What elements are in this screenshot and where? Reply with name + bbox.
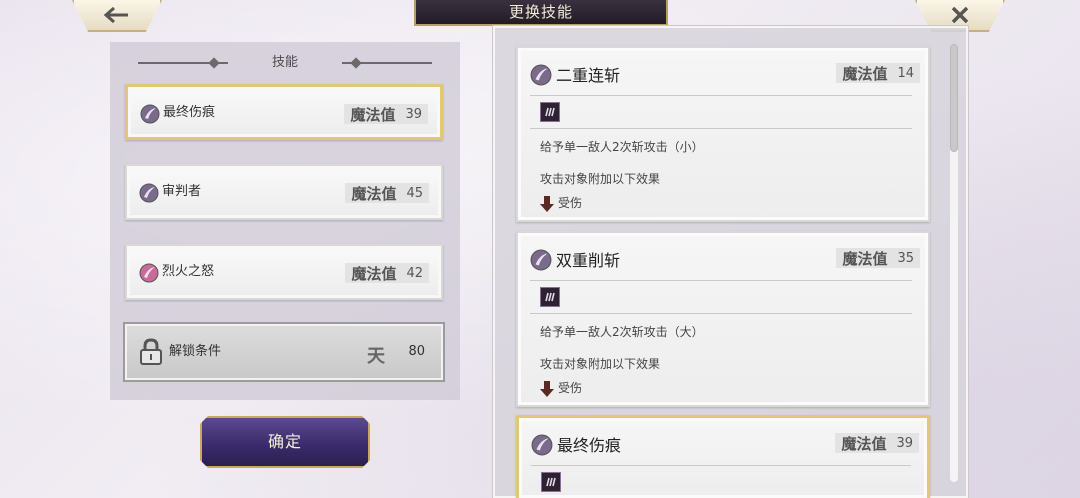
mp-cost: 魔法值 14 [836,63,920,83]
skill-slot-3[interactable]: 烈火之怒 魔法值 42 [125,244,443,300]
unlock-condition-label: 解锁条件 [169,344,222,359]
slash-attribute-icon [541,472,561,492]
skill-orb-icon [530,249,552,271]
debuff-label: 受伤 [558,381,583,395]
skill-card-3[interactable]: 最终伤痕 魔法值 39 [516,415,930,498]
debuff-label: 受伤 [558,196,583,210]
heaven-rank-icon: 天 [367,346,385,367]
locked-skill-slot[interactable]: 解锁条件 天 80 [125,324,443,380]
skill-slot-1[interactable]: 最终伤痕 魔法值 39 [125,84,443,140]
lock-icon [140,338,162,365]
mp-cost: 魔法值 39 [344,104,428,124]
down-arrow-icon [540,195,554,212]
down-arrow-icon [540,380,554,397]
skill-name: 二重连斩 [556,66,621,85]
mp-label: 魔法值 [842,64,888,83]
divider [530,280,912,281]
mp-value: 42 [406,265,423,281]
divider [530,313,912,314]
mp-value: 14 [897,65,914,81]
mp-cost: 魔法值 35 [836,248,920,268]
skill-orb-icon [140,104,160,124]
skill-orb-icon [139,183,159,203]
skill-orb-icon [530,64,552,86]
skill-effect-text: 攻击对象附加以下效果 [540,172,661,186]
debuff-row: 受伤 [540,379,583,397]
slash-attribute-icon [540,102,560,122]
mp-label: 魔法值 [351,184,397,203]
mp-label: 魔法值 [350,105,396,124]
debuff-row: 受伤 [540,194,583,212]
divider [530,95,912,96]
mp-value: 45 [406,185,423,201]
equipped-skills-panel: 技能 最终伤痕 魔法值 39 审判者 魔法值 45 烈火之怒 魔法值 42 解锁… [110,42,460,400]
mp-cost: 魔法值 45 [345,183,429,203]
skill-orb-fire-icon [139,263,159,283]
back-arrow-icon [104,7,128,23]
mp-value: 39 [405,106,422,122]
skill-description: 给予单一敌人2次斩攻击（小） [540,140,704,154]
divider [531,465,911,466]
mp-label: 魔法值 [351,264,397,283]
skill-orb-icon [531,434,553,456]
unlock-level: 80 [408,344,425,359]
skill-name: 双重削斩 [556,251,621,270]
mp-value: 35 [897,250,914,266]
skill-name: 最终伤痕 [557,436,622,455]
skill-card-1[interactable]: 二重连斩 魔法值 14 给予单一敌人2次斩攻击（小） 攻击对象附加以下效果 受伤 [516,46,930,222]
page-title: 更换技能 [414,0,668,26]
confirm-button[interactable]: 确定 [200,416,370,468]
skill-effect-text: 攻击对象附加以下效果 [540,357,661,371]
slash-attribute-icon [540,287,560,307]
back-button[interactable] [72,0,162,32]
skill-slot-name: 最终伤痕 [163,105,216,120]
mp-value: 39 [896,435,913,451]
skill-slot-name: 审判者 [162,184,202,199]
close-icon [951,6,969,24]
divider [530,128,912,129]
scrollbar-thumb[interactable] [950,44,958,152]
mp-cost: 魔法值 39 [835,433,919,453]
mp-label: 魔法值 [841,434,887,453]
skill-slot-name: 烈火之怒 [162,264,215,279]
ornament-right [342,62,432,64]
mp-cost: 魔法值 42 [345,263,429,283]
mp-label: 魔法值 [842,249,888,268]
skill-slot-2[interactable]: 审判者 魔法值 45 [125,164,443,220]
skill-description: 给予单一敌人2次斩攻击（大） [540,325,704,339]
skill-card-2[interactable]: 双重削斩 魔法值 35 给予单一敌人2次斩攻击（大） 攻击对象附加以下效果 受伤 [516,231,930,407]
